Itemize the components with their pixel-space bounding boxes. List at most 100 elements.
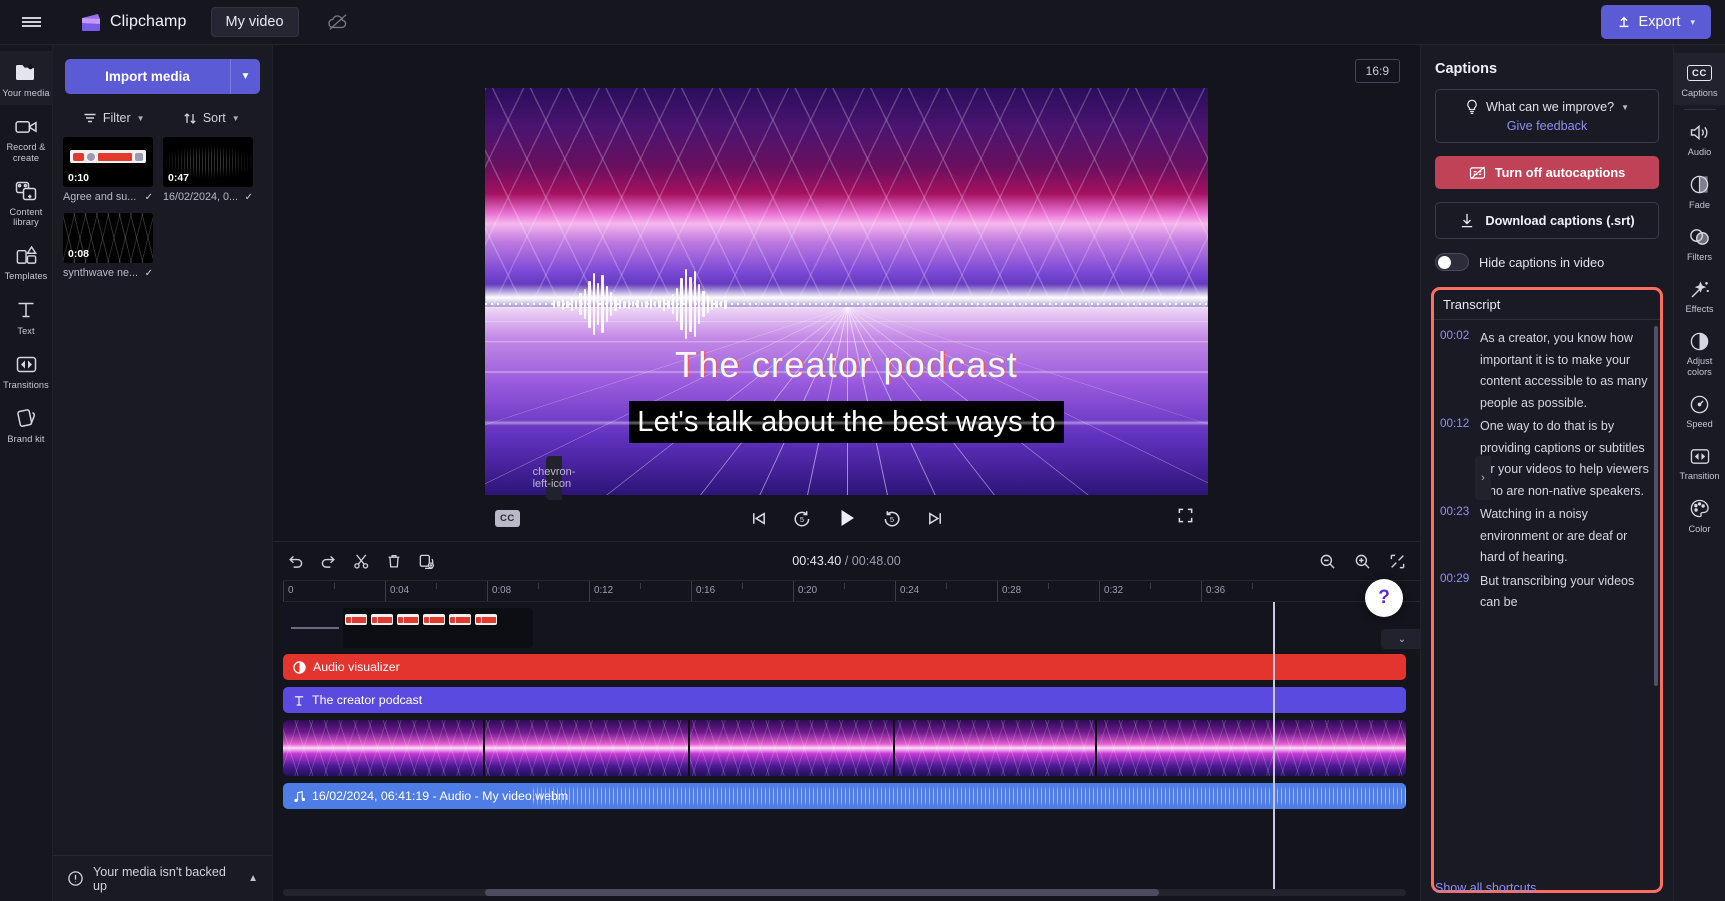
transcript-text[interactable]: One way to do that is by providing capti… [1480,416,1653,502]
preview-title-text: The creator podcast [675,344,1018,385]
transcript-scrollbar[interactable] [1654,326,1658,686]
transcript-text[interactable]: Watching in a noisy environment or are d… [1480,504,1653,569]
rewind-5-button[interactable]: 5 [792,509,812,528]
sidebar-item-content-library[interactable]: Content library [0,170,53,235]
right-rail-item-audio[interactable]: Audio [1674,112,1725,164]
duplicate-button[interactable] [418,553,435,570]
transcript-timestamp[interactable]: 00:12 [1440,416,1473,502]
fullscreen-button[interactable] [1177,507,1194,529]
alert-circle-icon [68,871,83,886]
transcript-body[interactable]: 00:02 As a creator, you know how importa… [1434,320,1660,890]
transcript-timestamp[interactable]: 00:02 [1440,328,1473,414]
export-button[interactable]: Export ▾ [1600,5,1711,39]
timeline-clip-text[interactable]: The creator podcast [283,687,1406,713]
right-rail-item-fade[interactable]: Fade [1674,165,1725,217]
help-button[interactable]: ? [1365,579,1403,617]
audio-visualizer-overlay [485,264,1208,344]
zoom-in-button[interactable] [1354,553,1371,570]
chevron-down-icon: ▼ [136,113,145,123]
import-media-button[interactable]: Import media [65,59,230,94]
timeline-clip-video[interactable] [283,720,1406,776]
timeline-ruler[interactable]: 0 0:04 0:08 0:12 0:16 0:20 0:24 0:28 0:3… [283,580,1420,602]
clip-label: The creator podcast [312,693,423,707]
zoom-out-button[interactable] [1319,553,1336,570]
media-thumbnail[interactable]: 0:10 [63,137,153,187]
transcript-text[interactable]: As a creator, you know how important it … [1480,328,1653,414]
right-rail-label: Color [1688,523,1711,534]
right-rail-item-effects[interactable]: Effects [1674,269,1725,321]
media-duration: 0:10 [68,172,90,184]
preview-caption: Let's talk about the best ways to [485,400,1208,443]
sidebar-item-your-media[interactable]: Your media [0,51,53,106]
right-rail-item-adjust-colors[interactable]: Adjust colors [1674,321,1725,384]
transcript-timestamp[interactable]: 00:23 [1440,504,1473,569]
preview-stage: 16:9 The creator podcast Let's talk abou… [273,45,1420,541]
collapse-left-panel-button[interactable]: chevron-left-icon [533,456,575,500]
turn-off-autocaptions-button[interactable]: Turn off autocaptions [1435,156,1659,189]
transcript-line[interactable]: 00:29 But transcribing your videos can b… [1440,571,1653,614]
transcript-line[interactable]: 00:12 One way to do that is by providing… [1440,416,1653,502]
undo-button[interactable] [287,553,304,569]
media-item[interactable]: 0:08 synthwave ne... ✓ [63,213,153,279]
media-thumbnail[interactable]: 0:08 [63,213,153,263]
sort-button[interactable]: Sort ▼ [163,107,261,129]
skip-to-end-button[interactable] [926,510,945,527]
ruler-tick: 0:08 [492,585,512,596]
timeline-clip-audio-visualizer[interactable]: Audio visualizer [283,654,1406,680]
forward-5-button[interactable]: 5 [882,509,902,528]
media-name: Agree and su... [63,191,137,203]
playhead[interactable] [1273,602,1275,889]
delete-button[interactable] [386,553,402,570]
media-item[interactable]: 0:47 16/02/2024, 0... ✓ [163,137,253,203]
ruler-tick: 0:36 [1206,585,1226,596]
chevron-down-icon[interactable]: ▾ [1690,17,1695,28]
timeline-clip-audio[interactable]: 16/02/2024, 06:41:19 - Audio - My video.… [283,783,1406,809]
media-thumbnail[interactable]: 0:47 [163,137,253,187]
right-rail-item-captions[interactable]: CC Captions [1673,53,1725,106]
import-media-dropdown-chevron-down-icon[interactable]: ▼ [230,59,260,94]
chevron-down-icon[interactable]: ▼ [1621,103,1629,112]
hamburger-icon[interactable] [14,5,48,39]
sidebar-item-templates[interactable]: Templates [0,234,53,288]
storyboard-strip[interactable] [283,608,533,648]
hide-captions-toggle[interactable] [1435,253,1469,271]
turn-off-label: Turn off autocaptions [1494,165,1626,180]
feedback-question-row[interactable]: What can we improve? ▼ [1446,99,1648,115]
right-rail-item-filters[interactable]: Filters [1674,217,1725,269]
text-icon [13,298,39,322]
sidebar-item-record-create[interactable]: Record & create [0,105,53,170]
backup-notice[interactable]: Your media isn't backed up ▲ [53,855,272,901]
transcript-line[interactable]: 00:02 As a creator, you know how importa… [1440,328,1653,414]
chevron-up-icon[interactable]: ▲ [248,873,258,884]
fit-timeline-button[interactable] [1389,553,1406,570]
right-rail-item-speed[interactable]: Speed [1674,384,1725,436]
collapse-right-panel-button[interactable]: › [1475,456,1491,500]
sidebar-item-text[interactable]: Text [0,289,53,343]
timeline-tracks[interactable]: Audio visualizer The creator podcast 16/… [273,602,1420,889]
play-button[interactable] [836,507,858,529]
transcript-line[interactable]: 00:23 Watching in a noisy environment or… [1440,504,1653,569]
media-duration: 0:47 [168,172,190,184]
redo-button[interactable] [320,553,337,569]
right-rail-item-color[interactable]: Color [1674,489,1725,541]
aspect-ratio-button[interactable]: 16:9 [1354,59,1400,83]
show-all-shortcuts-link[interactable]: Show all shortcuts [1435,881,1536,895]
total-time: / 00:48.00 [844,554,901,568]
cloud-off-icon[interactable] [325,9,351,35]
split-button[interactable] [353,553,370,570]
sidebar-item-transitions[interactable]: Transitions [0,343,53,397]
download-captions-button[interactable]: Download captions (.srt) [1435,202,1659,239]
skip-to-start-button[interactable] [749,510,768,527]
right-rail-label: Adjust colors [1686,356,1713,377]
media-item[interactable]: 0:10 Agree and su... ✓ [63,137,153,203]
help-collapse-chevron-down-icon[interactable]: ⌄ [1381,629,1423,649]
transcript-text[interactable]: But transcribing your videos can be [1480,571,1653,614]
transcript-timestamp[interactable]: 00:29 [1440,571,1473,614]
sidebar-item-brand-kit[interactable]: Brand kit [0,397,53,451]
give-feedback-link[interactable]: Give feedback [1446,119,1648,133]
timeline-horizontal-scrollbar[interactable] [283,889,1406,896]
video-preview[interactable]: The creator podcast Let's talk about the… [485,88,1208,495]
filter-button[interactable]: Filter ▼ [65,107,163,129]
project-title-input[interactable]: My video [210,7,299,37]
right-rail-item-transition[interactable]: Transition [1674,436,1725,488]
